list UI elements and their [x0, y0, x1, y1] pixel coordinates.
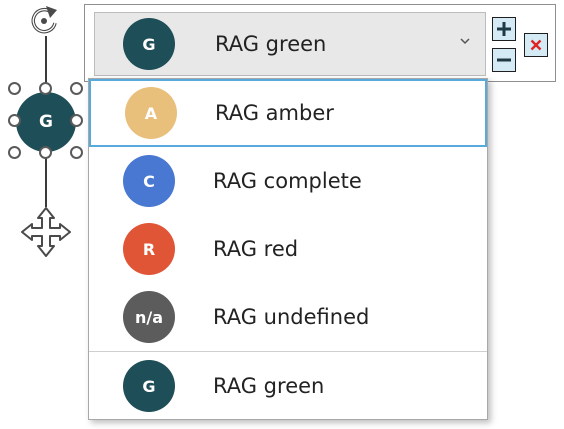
option-label: RAG amber: [215, 101, 334, 125]
minus-icon: [497, 58, 511, 62]
option-avatar: G: [123, 360, 175, 412]
option-avatar: C: [123, 155, 175, 207]
increase-button[interactable]: [492, 17, 516, 41]
option-label: RAG green: [213, 374, 325, 398]
plus-icon: [497, 22, 511, 36]
option-avatar: R: [123, 223, 175, 275]
option-label: RAG undefined: [213, 305, 370, 329]
rotate-icon[interactable]: [27, 4, 61, 38]
option-item[interactable]: C RAG complete: [89, 147, 487, 215]
close-button[interactable]: [524, 33, 548, 57]
status-dropdown[interactable]: G RAG green: [94, 12, 486, 76]
option-label: RAG red: [213, 237, 299, 261]
option-label: RAG complete: [213, 169, 362, 193]
option-item[interactable]: R RAG red: [89, 215, 487, 283]
close-icon: [530, 39, 542, 51]
connector-line: [45, 36, 47, 88]
connector-line: [45, 157, 47, 207]
resize-handle-bottom[interactable]: [39, 146, 52, 159]
shape-letter: G: [39, 112, 53, 132]
resize-handle-top[interactable]: [39, 82, 52, 95]
option-item[interactable]: n/a RAG undefined: [89, 283, 487, 351]
option-avatar: n/a: [123, 291, 175, 343]
selected-status-label: RAG green: [215, 32, 327, 56]
option-avatar: A: [125, 87, 177, 139]
option-item[interactable]: A RAG amber: [89, 79, 487, 147]
resize-handle-bottom-left[interactable]: [8, 146, 21, 159]
decrease-button[interactable]: [492, 48, 516, 72]
resize-handle-left[interactable]: [8, 114, 21, 127]
resize-handle-right[interactable]: [70, 114, 83, 127]
resize-handle-top-left[interactable]: [8, 82, 21, 95]
status-options-list: A RAG amber C RAG complete R RAG red n/a…: [88, 78, 488, 420]
resize-handle-top-right[interactable]: [70, 82, 83, 95]
shape-circle[interactable]: G: [16, 92, 76, 152]
move-icon[interactable]: [20, 206, 72, 258]
chevron-down-icon[interactable]: [459, 35, 471, 47]
selected-status-avatar: G: [123, 18, 175, 70]
option-item[interactable]: G RAG green: [89, 352, 487, 420]
resize-handle-bottom-right[interactable]: [70, 146, 83, 159]
